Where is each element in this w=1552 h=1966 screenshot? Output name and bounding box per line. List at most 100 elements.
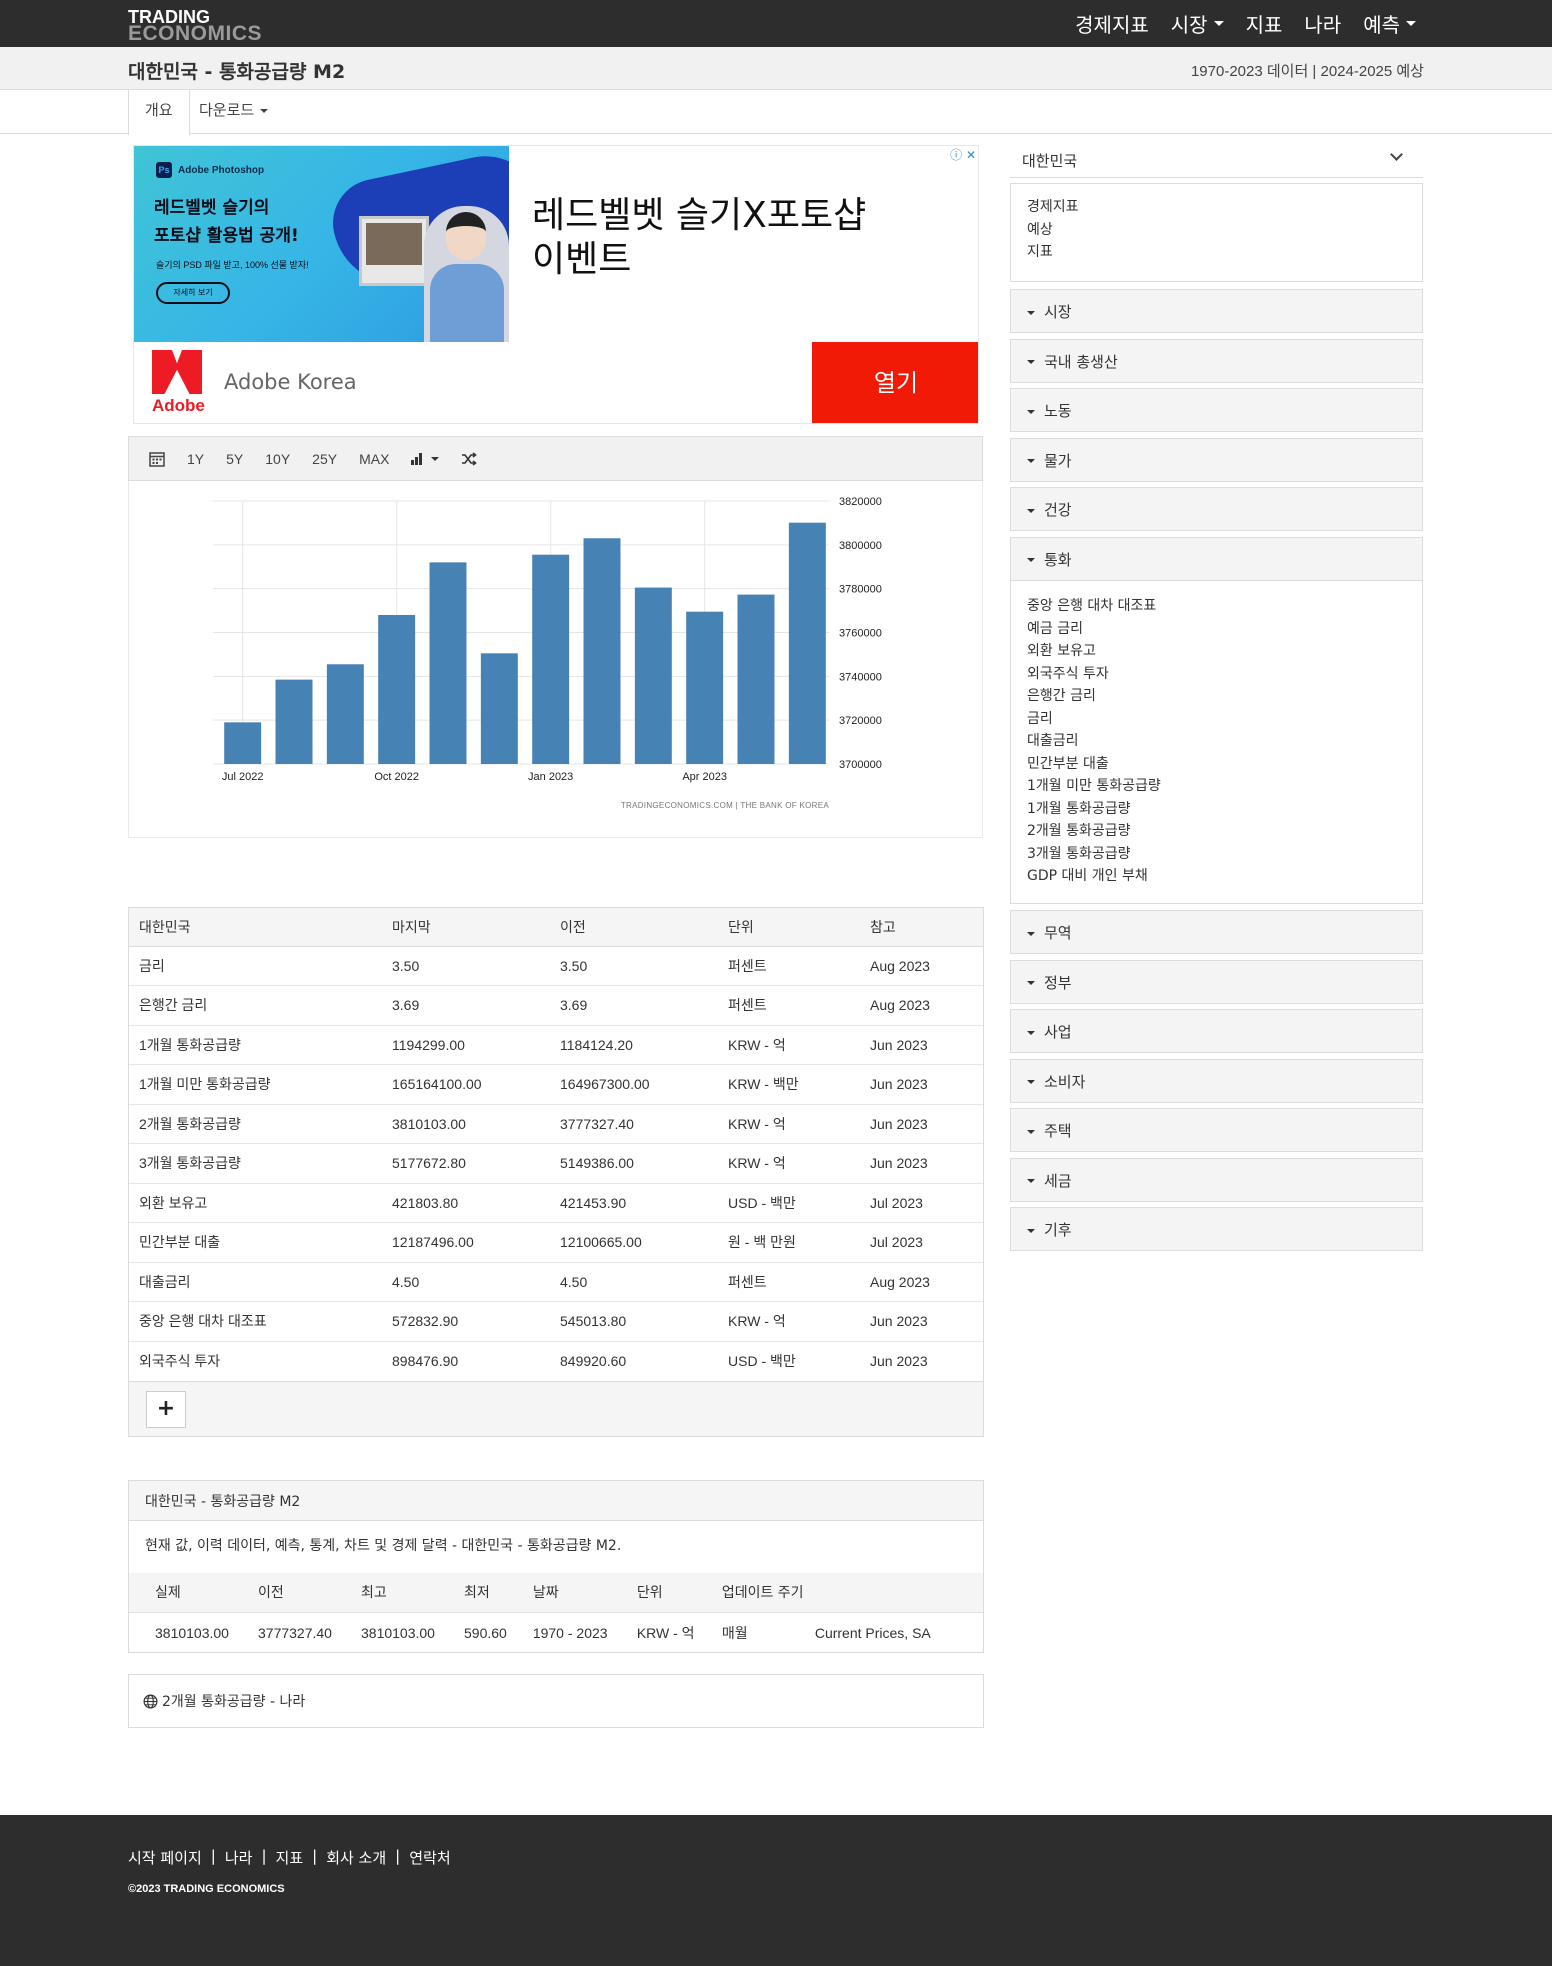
footer-link-indicators[interactable]: 지표 [276, 1847, 304, 1868]
footer: 시작 페이지 | 나라 | 지표 | 회사 소개 | 연락처 ©2023 TRADING… [0, 1815, 1552, 1966]
sidebar-section-3[interactable]: 노동 [1010, 388, 1423, 432]
ad-banner-subtext: 슬기의 PSD 파일 받고, 100% 선물 받자! [156, 260, 309, 270]
tab-overview[interactable]: 개요 [128, 90, 190, 135]
caret-down-icon [1027, 1228, 1035, 1233]
ad-banner-button[interactable]: 자세히 보기 [156, 282, 230, 304]
nav-indicators[interactable]: 지표 [1246, 9, 1283, 38]
sidebar-section-1[interactable]: 시장 [1010, 289, 1423, 333]
indicator-name[interactable]: 1개월 통화공급량 [129, 1024, 382, 1065]
previous-value: 3777327.40 [550, 1103, 718, 1144]
footer-link-contact[interactable]: 연락처 [409, 1847, 450, 1868]
ad-choices-icon[interactable]: ⓘ ✕ [950, 146, 976, 163]
sidebar-currency-link[interactable]: 3개월 통화공급량 [1027, 843, 1406, 866]
sidebar-section-12[interactable]: 세금 [1010, 1157, 1423, 1202]
table-row[interactable]: 은행간 금리 3.69 3.69 퍼센트 Aug 2023 [129, 985, 983, 1025]
advertisement[interactable]: Ps Adobe Photoshop 레드벨벳 슬기의 포토샵 활용법 공개! 슬기… [133, 145, 979, 424]
sidebar-section-9[interactable]: 사업 [1010, 1009, 1423, 1053]
chart-type-button[interactable] [401, 452, 449, 465]
footer-link-countries[interactable]: 나라 [225, 1847, 253, 1868]
tab-download[interactable]: 다운로드 [183, 90, 284, 134]
adobe-logo-text: Adobe [152, 396, 205, 415]
tab-label: 다운로드 [199, 101, 255, 119]
table-row[interactable]: 3개월 통화공급량 5177672.80 5149386.00 KRW - 억 Jun … [129, 1143, 983, 1183]
caret-down-icon [1406, 21, 1416, 26]
sidebar-top-links: 경제지표 예상 지표 [1010, 183, 1423, 282]
x-tick-label: Oct 2022 [374, 771, 419, 783]
related-countries-link[interactable]: 2개월 통화공급량 - 나라 [128, 1674, 984, 1728]
nav-economic-indicators[interactable]: 경제지표 [1075, 9, 1149, 38]
brand-line-2: ECONOMICS [128, 22, 263, 45]
indicator-name[interactable]: 은행간 금리 [129, 985, 382, 1025]
compare-button[interactable] [451, 451, 487, 466]
last-value: 898476.90 [382, 1340, 550, 1381]
indicator-name[interactable]: 외환 보유고 [129, 1182, 382, 1223]
sidebar-section-4[interactable]: 물가 [1010, 437, 1423, 482]
sidebar-currency-link[interactable]: 외국주식 투자 [1027, 663, 1406, 686]
table-row[interactable]: 2개월 통화공급량 3810103.00 3777327.40 KRW - 억 Jun … [129, 1103, 983, 1144]
show-more-button[interactable]: + [146, 1391, 186, 1428]
range-10y-button[interactable]: 10Y [255, 451, 300, 467]
table-row[interactable]: 외국주식 투자 898476.90 849920.60 USD - 백만 Jun 202… [129, 1340, 983, 1381]
indicator-name[interactable]: 2개월 통화공급량 [129, 1103, 382, 1144]
sidebar-currency-link[interactable]: 예금 금리 [1027, 618, 1406, 641]
range-1y-button[interactable]: 1Y [177, 451, 214, 467]
range-5y-button[interactable]: 5Y [216, 451, 253, 467]
table-row[interactable]: 중앙 은행 대차 대조표 572832.90 545013.80 KRW - 억 Jun… [129, 1301, 983, 1341]
indicator-name[interactable]: 민간부분 대출 [129, 1222, 382, 1262]
sidebar-currency-link[interactable]: 중앙 은행 대차 대조표 [1027, 595, 1406, 618]
sidebar-link-indicators[interactable]: 경제지표 [1027, 196, 1406, 219]
sidebar-currency-link[interactable]: 2개월 통화공급량 [1027, 820, 1406, 843]
footer-link-home[interactable]: 시작 페이지 [128, 1847, 202, 1868]
sidebar-currency-link[interactable]: 금리 [1027, 708, 1406, 731]
sidebar-section-2[interactable]: 국내 총생산 [1010, 338, 1423, 383]
table-row[interactable]: 외환 보유고 421803.80 421453.90 USD - 백만 Jul 2023 [129, 1182, 983, 1223]
range-25y-button[interactable]: 25Y [302, 451, 347, 467]
caret-down-icon [1027, 1129, 1035, 1134]
table-row[interactable]: 금리 3.50 3.50 퍼센트 Aug 2023 [129, 945, 983, 986]
chevron-down-icon [1390, 148, 1403, 161]
sidebar-currency-link[interactable]: 1개월 통화공급량 [1027, 798, 1406, 821]
ad-footer: Adobe Adobe Korea 열기 [134, 342, 978, 423]
sidebar-section-10[interactable]: 소비자 [1010, 1058, 1423, 1103]
table-row[interactable]: 대출금리 4.50 4.50 퍼센트 Aug 2023 [129, 1261, 983, 1302]
indicator-name[interactable]: 1개월 미만 통화공급량 [129, 1064, 382, 1104]
summary-stats-table: 실제 이전 최고 최저 날짜 단위 업데이트 주기 3810103.00 377… [129, 1573, 983, 1653]
sidebar-section-5[interactable]: 건강 [1010, 487, 1423, 531]
sidebar-section-6[interactable]: 통화 [1010, 536, 1423, 581]
sidebar-link-indicators-list[interactable]: 지표 [1027, 241, 1406, 264]
footer-separator: | [261, 1847, 267, 1865]
indicator-name[interactable]: 금리 [129, 945, 382, 986]
indicator-name[interactable]: 외국주식 투자 [129, 1340, 382, 1381]
indicator-name[interactable]: 대출금리 [129, 1261, 382, 1302]
table-row[interactable]: 1개월 미만 통화공급량 165164100.00 164967300.00 KRW … [129, 1064, 983, 1104]
sidebar-section-8[interactable]: 정부 [1010, 959, 1423, 1004]
ad-open-button[interactable]: 열기 [812, 342, 978, 423]
country-select[interactable]: 대한민국 [1010, 140, 1423, 178]
table-row[interactable]: 민간부분 대출 12187496.00 12100665.00 원 - 백 만원 Jul… [129, 1222, 983, 1262]
ad-headline[interactable]: 레드벨벳 슬기X포토샵 이벤트 [532, 194, 866, 282]
nav-countries[interactable]: 나라 [1304, 9, 1341, 38]
ad-banner-image[interactable]: Ps Adobe Photoshop 레드벨벳 슬기의 포토샵 활용법 공개! 슬기… [134, 146, 509, 342]
brand-logo[interactable]: TRADING ECONOMICS [128, 8, 263, 45]
sidebar-currency-link[interactable]: 외환 보유고 [1027, 640, 1406, 663]
indicator-name[interactable]: 3개월 통화공급량 [129, 1143, 382, 1183]
col-header-country: 대한민국 [129, 908, 382, 947]
sidebar-currency-link[interactable]: 은행간 금리 [1027, 685, 1406, 708]
sidebar-section-13[interactable]: 기후 [1010, 1207, 1423, 1251]
indicator-name[interactable]: 중앙 은행 대차 대조표 [129, 1301, 382, 1341]
footer-link-about[interactable]: 회사 소개 [326, 1847, 386, 1868]
unit: KRW - 억 [718, 1301, 860, 1341]
nav-forecasts[interactable]: 예측 [1363, 9, 1416, 38]
sidebar-link-forecast[interactable]: 예상 [1027, 219, 1406, 242]
sidebar-currency-link[interactable]: GDP 대비 개인 부채 [1027, 865, 1406, 888]
sidebar-currency-link[interactable]: 대출금리 [1027, 730, 1406, 753]
last-value: 3810103.00 [382, 1103, 550, 1144]
nav-markets[interactable]: 시장 [1171, 9, 1224, 38]
sidebar-section-11[interactable]: 주택 [1010, 1108, 1423, 1152]
sidebar-currency-link[interactable]: 민간부분 대출 [1027, 753, 1406, 776]
range-max-button[interactable]: MAX [349, 451, 399, 467]
table-row[interactable]: 1개월 통화공급량 1194299.00 1184124.20 KRW - 억 Jun … [129, 1024, 983, 1065]
sidebar-section-7[interactable]: 무역 [1010, 910, 1423, 954]
calendar-button[interactable] [139, 451, 175, 467]
sidebar-currency-link[interactable]: 1개월 미만 통화공급량 [1027, 775, 1406, 798]
